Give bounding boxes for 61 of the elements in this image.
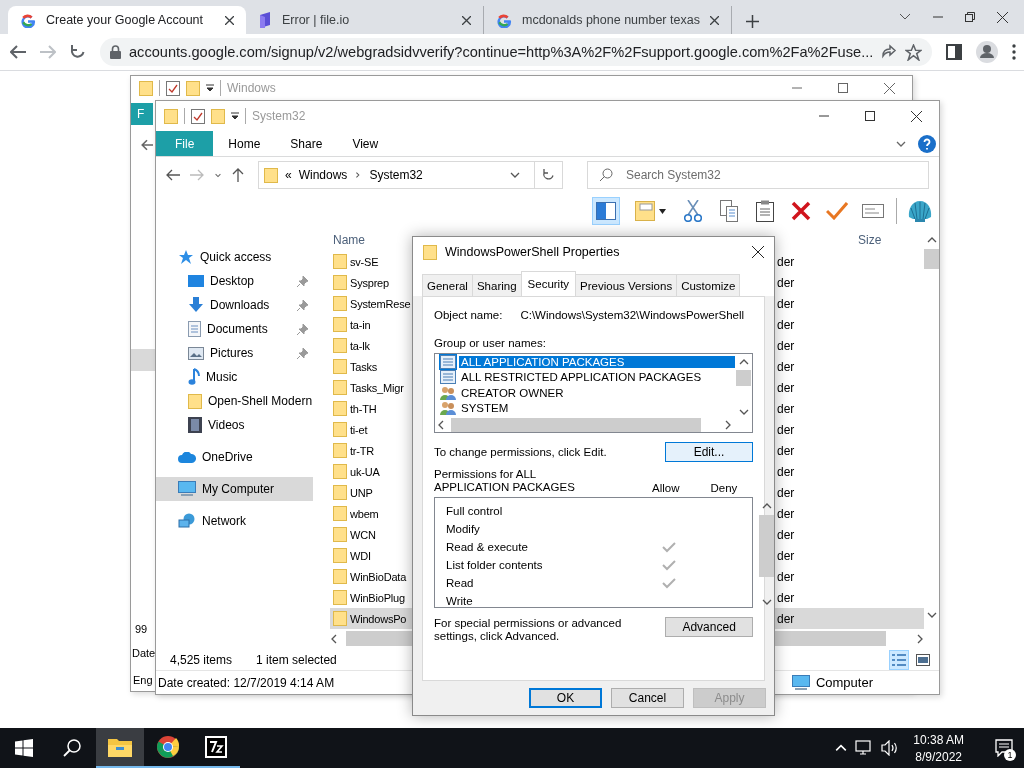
file-name: SystemRese: [350, 297, 411, 310]
file-type: der: [777, 464, 796, 479]
file-name: Sysprep: [350, 276, 389, 289]
file-type: der: [777, 527, 796, 542]
file-type: der: [777, 359, 796, 374]
deny-column-header: Deny: [709, 482, 739, 494]
file-name: Tasks: [350, 360, 378, 373]
dialog-title: WindowsPowerShell Properties: [445, 245, 620, 259]
groups-label: Group or user names:: [434, 337, 547, 349]
object-name-value: C:\Windows\System32\WindowsPowerShell: [520, 309, 745, 321]
status-text: Date: [131, 647, 156, 659]
file-name: ta-in: [350, 318, 371, 331]
object-name-label: Object name:: [434, 309, 503, 321]
file-type: der: [777, 296, 796, 311]
file-name: WinBioData: [350, 570, 407, 583]
file-type: der: [777, 485, 796, 500]
permission-name: Write: [446, 595, 474, 607]
file-name: sv-SE: [350, 255, 379, 268]
location-label: Computer: [815, 675, 873, 690]
file-type: der: [777, 443, 796, 458]
permission-name: Read: [446, 577, 475, 589]
selection-count: 1 item selected: [256, 653, 337, 667]
permission-name: Full control: [446, 505, 504, 517]
file-name: Tasks_Migr: [350, 381, 404, 394]
file-type: der: [777, 611, 796, 626]
allow-column-header: Allow: [651, 482, 681, 494]
file-type: der: [777, 548, 796, 563]
permission-name: Read & execute: [446, 541, 529, 553]
file-name: ta-lk: [350, 339, 370, 352]
date-created: Date created: 12/7/2019 4:14 AM: [158, 675, 335, 690]
file-type: der: [777, 254, 796, 269]
details-text: Eng: [132, 674, 153, 686]
file-name: th-TH: [350, 402, 377, 415]
file-name: ti-et: [350, 423, 368, 436]
permissions-label: Permissions for ALL APPLICATION PACKAGES: [434, 468, 576, 494]
file-type: der: [777, 338, 796, 353]
file-name: UNP: [350, 486, 373, 499]
file-type: der: [777, 380, 796, 395]
file-type: der: [777, 569, 796, 584]
permission-name: List folder contents: [446, 559, 544, 571]
item-count: 99: [134, 623, 148, 635]
file-name: tr-TR: [350, 444, 375, 457]
change-permissions-hint: To change permissions, click Edit.: [434, 446, 607, 458]
advanced-hint: For special permissions or advanced settings, click Advanced.: [434, 617, 623, 643]
file-name: WDI: [350, 549, 371, 562]
notification-count: 1: [1004, 749, 1016, 761]
file-name: WinBioPlug: [350, 591, 405, 604]
permission-name: Modify: [446, 523, 481, 535]
file-type: der: [777, 590, 796, 605]
file-name: WindowsPo: [350, 612, 407, 625]
file-name: uk-UA: [350, 465, 380, 478]
file-type: der: [777, 317, 796, 332]
window-title: System32: [252, 109, 306, 123]
item-count: 4,525 items: [170, 653, 233, 667]
file-type: der: [777, 401, 796, 416]
file-name: wbem: [350, 507, 379, 520]
file-name: WCN: [350, 528, 376, 541]
file-type: der: [777, 422, 796, 437]
window-title: Windows: [227, 81, 276, 95]
file-type: der: [777, 506, 796, 521]
file-type: der: [777, 275, 796, 290]
